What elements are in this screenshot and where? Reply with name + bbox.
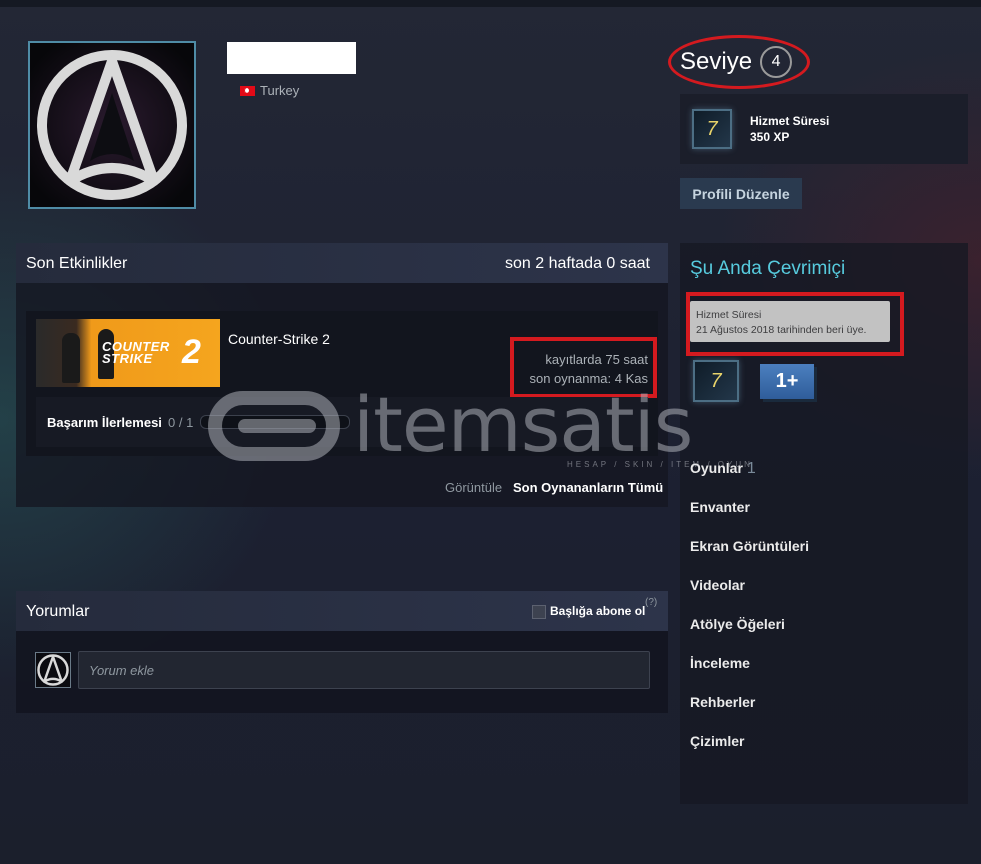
sidebar-link-artwork[interactable]: Çizimler [690,733,744,749]
edit-profile-button[interactable]: Profili Düzenle [680,178,802,209]
sidebar-plus-badge[interactable]: 1+ [760,364,814,399]
recent-activity-hours: son 2 haftada 0 saat [505,255,650,272]
subscribe-label[interactable]: Başlığa abone ol [550,604,645,618]
comments-title: Yorumlar [26,603,90,620]
comment-input[interactable] [78,651,650,689]
comment-user-avatar [35,652,71,688]
achievement-label: Başarım İlerlemesi [47,415,162,430]
avatar-logo-icon [36,653,70,687]
sidebar-link-reviews[interactable]: İnceleme [690,655,750,671]
highlight-box-game-stats [510,337,657,398]
profile-country: Turkey [240,83,299,98]
sidebar-link-guides[interactable]: Rehberler [690,694,755,710]
game-name-link[interactable]: Counter-Strike 2 [228,331,330,347]
turkey-flag-icon [240,85,255,96]
badge-title: Hizmet Süresi [750,114,830,128]
avatar-logo-icon [30,43,194,207]
profile-name-redacted [227,42,356,74]
achievement-count: 0 / 1 [168,415,194,430]
top-bar [0,0,981,7]
highlight-ellipse-level [668,35,810,89]
sidebar-years-badge-icon[interactable]: 7 [693,360,739,402]
game-logo-number: 2 [182,333,201,371]
achievement-progress-bar [200,415,350,429]
game-capsule-image[interactable]: COUNTER STRIKE 2 [36,319,220,387]
sidebar-link-games[interactable]: Oyunlar 1 [690,460,756,478]
profile-avatar[interactable] [28,41,196,209]
badge-xp: 350 XP [750,130,790,144]
years-of-service-badge-icon[interactable]: 7 [692,109,732,149]
online-status: Şu Anda Çevrimiçi [690,258,846,279]
subscribe-checkbox[interactable] [532,605,546,619]
view-label: Görüntüle [445,480,503,495]
game-logo-text: COUNTER STRIKE [102,339,170,366]
country-label: Turkey [260,83,300,98]
sidebar-link-inventory[interactable]: Envanter [690,499,750,515]
games-count: 1 [746,460,756,477]
sidebar-link-screenshots[interactable]: Ekran Görüntüleri [690,538,809,554]
highlight-box-tooltip [686,292,904,356]
recent-activity-title: Son Etkinlikler [26,255,128,272]
favorite-badge-card[interactable]: 7 [680,94,968,164]
view-all-recent-link[interactable]: Son Oynananların Tümü [513,480,663,495]
sidebar-link-videos[interactable]: Videolar [690,577,745,593]
soldier-figure-left [62,333,80,383]
sidebar-link-workshop[interactable]: Atölye Öğeleri [690,616,785,632]
subscribe-help-icon[interactable]: (?) [645,597,657,608]
